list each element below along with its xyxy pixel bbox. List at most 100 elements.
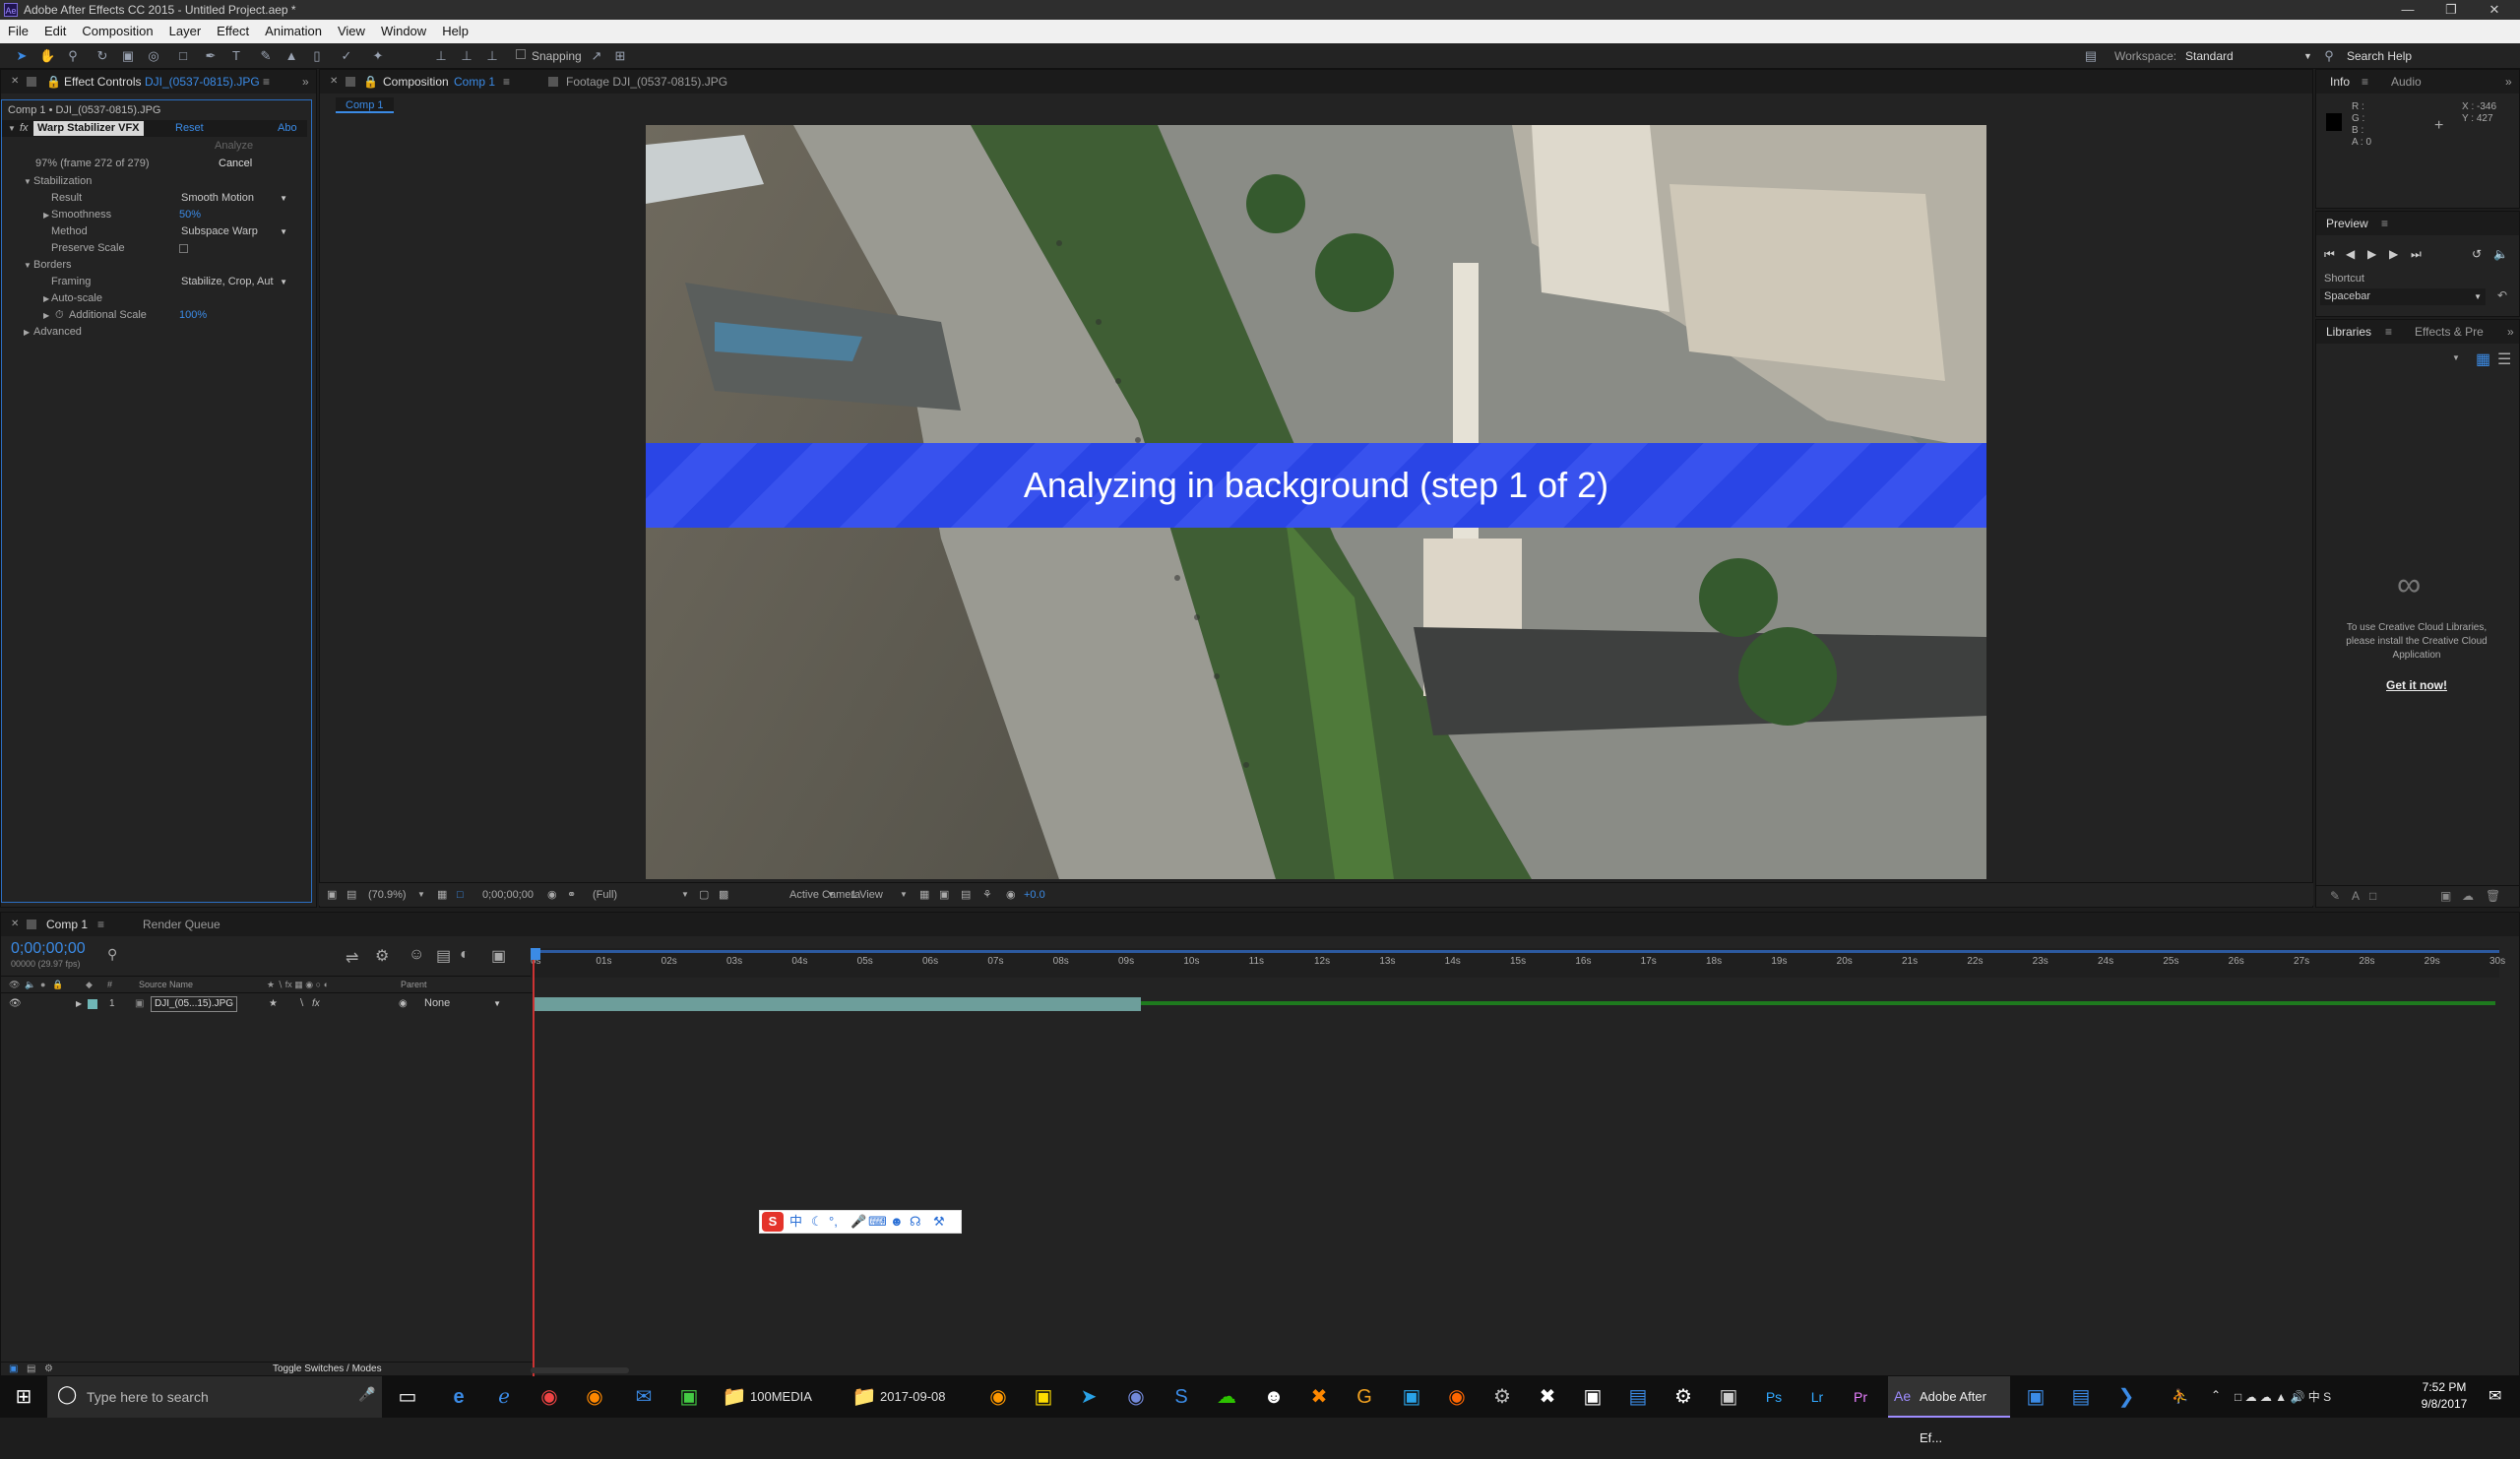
about-link[interactable]: Abo [278,120,297,137]
workspace-dropdown[interactable]: Standard [2185,43,2313,69]
puppet-tool-icon[interactable]: ✦ [370,48,386,64]
workspace-icon[interactable]: ▤ [2083,48,2099,64]
taskbar-search-box[interactable]: ◯ Type here to search 🎤 [47,1376,382,1418]
shortcut-dropdown[interactable]: Spacebar [2320,288,2486,305]
menu-layer[interactable]: Layer [161,20,210,43]
collapse-switch-icon[interactable]: ★ [269,995,278,1013]
menu-window[interactable]: Window [373,20,434,43]
chevron-down-icon[interactable]: ▼ [2452,353,2460,362]
framing-dropdown[interactable]: Stabilize, Crop, Aut [177,274,291,290]
powershell-icon[interactable]: ❯ [2112,1383,2140,1411]
advanced-group[interactable]: ▶ Advanced [2,324,307,341]
store-icon[interactable]: ▣ [1579,1383,1606,1411]
autoscale-row[interactable]: ▶ Auto-scale [2,290,307,307]
close-icon[interactable]: ✕ [2473,0,2516,20]
magnification-dropdown[interactable]: (70.9%) [368,883,407,907]
microphone-icon[interactable]: 🎤 [358,1386,375,1403]
panel-options-icon[interactable]: ≡ [263,70,270,94]
close-tab-icon[interactable]: ✕ [11,913,19,936]
expand-panel-icon[interactable]: » [2505,70,2512,94]
source-name-header[interactable]: Source Name [139,977,193,992]
people-icon[interactable]: ⛹ [2172,1388,2188,1405]
ime-user-icon[interactable]: ☻ [890,1211,904,1233]
fx-icon[interactable]: fx [20,120,29,137]
app-tray2-icon[interactable]: ▤ [2067,1383,2095,1411]
reset-link[interactable]: Reset [175,120,204,137]
delete-icon[interactable]: 🗑 [2486,889,2500,903]
firefox-icon[interactable]: ◉ [581,1383,608,1411]
expand-panel-icon[interactable]: » [2507,320,2514,344]
selection-tool-icon[interactable]: ➤ [14,48,30,64]
app-monitor-icon[interactable]: ▤ [1624,1383,1652,1411]
axis-world-icon[interactable]: ⊥ [459,48,474,64]
preserve-scale-checkbox[interactable] [179,244,188,253]
transfer-controls-icon[interactable]: ▤ [27,1363,35,1376]
playhead[interactable] [533,948,535,1381]
panel-options-icon[interactable]: ≡ [2385,320,2392,344]
panel-menu-icon[interactable] [346,77,355,87]
safe-area-icon[interactable]: ▦ [437,883,447,907]
reset-icon[interactable]: ↶ [2497,288,2507,302]
footage-tab[interactable]: Footage DJI_(0537-0815).JPG [566,70,727,94]
pan-behind-tool-icon[interactable]: ◎ [146,48,161,64]
wechat-icon[interactable]: ☁ [1213,1383,1240,1411]
edge-icon[interactable]: e [445,1383,472,1411]
steam-icon[interactable]: ⚙ [1488,1383,1516,1411]
taskbar-100media[interactable]: 100MEDIA [750,1376,812,1418]
panel-options-icon[interactable]: ≡ [503,70,510,94]
snap-feather-icon[interactable]: ⊞ [612,48,628,64]
action-center-icon[interactable]: ✉ [2488,1386,2501,1406]
toggle-switches-modes[interactable]: Toggle Switches / Modes [273,1363,382,1376]
search-icon[interactable]: ⚲ [2321,48,2337,64]
sticky-notes-icon[interactable]: ▣ [1030,1383,1057,1411]
add-text-icon[interactable]: A [2352,889,2360,903]
method-dropdown[interactable]: Subspace Warp [177,223,291,240]
show-hidden-icons[interactable]: ⌃ [2211,1388,2221,1402]
triangle-right-icon[interactable]: ▶ [43,290,49,307]
app-tray1-icon[interactable]: ▣ [2022,1383,2049,1411]
ime-settings-icon[interactable]: ⚒ [933,1211,945,1233]
effect-name[interactable]: Warp Stabilizer VFX [33,121,144,136]
transparency-grid-icon[interactable]: □ [457,883,464,907]
graph-editor-icon[interactable]: ▣ [491,946,506,966]
exposure-value[interactable]: +0.0 [1024,883,1045,907]
result-dropdown[interactable]: Smooth Motion [177,190,291,207]
qq-icon[interactable]: ☻ [1260,1383,1288,1411]
work-area-bar[interactable] [535,950,2499,953]
menu-view[interactable]: View [330,20,373,43]
task-view-icon[interactable]: ▭ [394,1383,421,1411]
snapshot-icon[interactable]: ◉ [547,883,557,907]
panel-menu-icon[interactable] [27,77,36,87]
viewer-timecode[interactable]: 0;00;00;00 [482,883,534,907]
ime-mode-icon[interactable]: 中 [789,1211,802,1233]
menu-help[interactable]: Help [434,20,476,43]
rotate-tool-icon[interactable]: ↻ [94,48,110,64]
chevron-down-icon[interactable]: ▼ [827,883,835,907]
info-tab[interactable]: Info [2330,70,2350,94]
smoothness-value[interactable]: 50% [179,207,201,223]
ime-mic-icon[interactable]: 🎤 [850,1211,866,1233]
zoom-tool-icon[interactable]: ⚲ [65,48,81,64]
stock-icon[interactable]: ▣ [2440,889,2451,903]
next-frame-icon[interactable]: ▶ [2389,247,2398,261]
layer-switches-icon[interactable]: ▣ [9,1363,18,1376]
render-queue-tab[interactable]: Render Queue [143,913,220,936]
close-tab-icon[interactable]: ✕ [11,70,19,94]
ime-toolbar[interactable]: S 中 ☾ °, 🎤 ⌨ ☻ ☊ ⚒ [759,1210,962,1234]
panel-options-icon[interactable]: ≡ [97,913,104,936]
menu-composition[interactable]: Composition [74,20,160,43]
frame-blending-icon[interactable]: ▤ [436,946,451,966]
outlook-icon[interactable]: ✉ [630,1383,658,1411]
add-color-icon[interactable]: □ [2369,889,2376,903]
ime-keyboard-icon[interactable]: ⌨ [868,1211,887,1233]
telegram-icon[interactable]: ➤ [1075,1383,1102,1411]
ie-icon[interactable]: ℯ [490,1383,518,1411]
app-g-icon[interactable]: G [1351,1383,1378,1411]
additional-scale-value[interactable]: 100% [179,307,207,324]
zoom-slider[interactable] [531,1367,629,1373]
comp-timeline-tab[interactable]: Comp 1 [46,913,88,936]
parent-header[interactable]: Parent [401,977,427,992]
clone-stamp-tool-icon[interactable]: ▲ [284,48,299,64]
axis-local-icon[interactable]: ⊥ [433,48,449,64]
in-out-icon[interactable]: ⚙ [44,1363,53,1376]
